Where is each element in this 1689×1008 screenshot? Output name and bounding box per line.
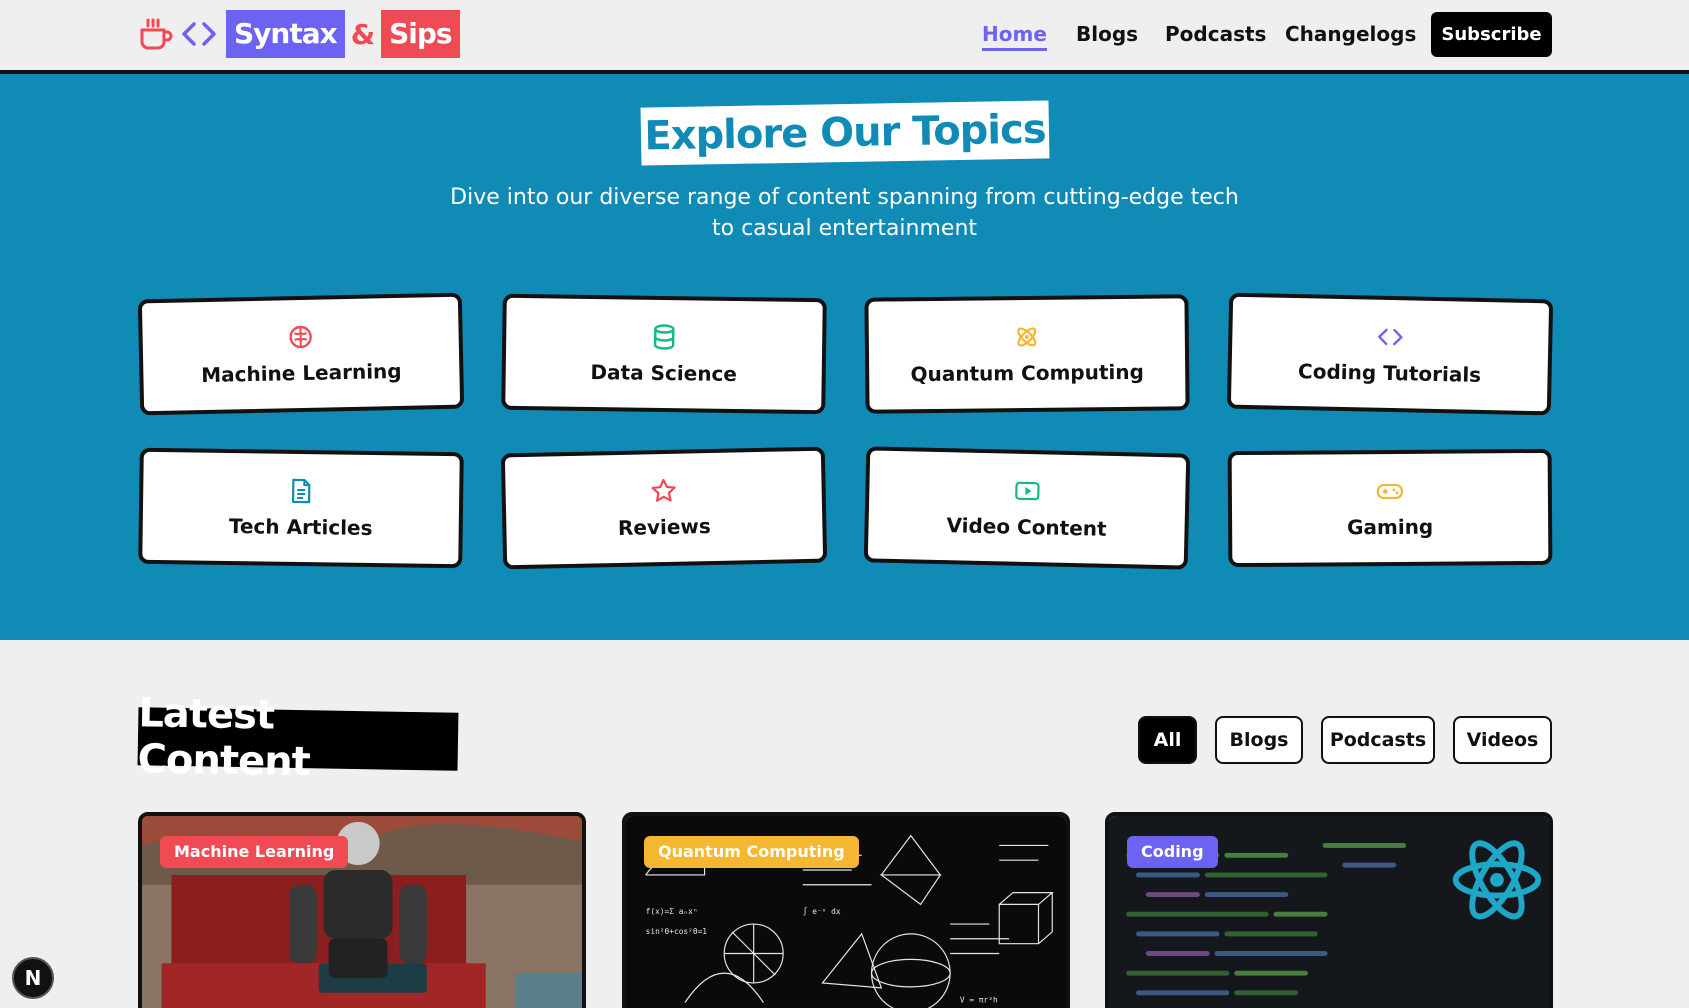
topic-label: Reviews bbox=[617, 514, 712, 540]
brain-icon bbox=[289, 325, 312, 349]
svg-text:sin²θ+cos²θ=1: sin²θ+cos²θ=1 bbox=[646, 927, 708, 936]
topic-label: Machine Learning bbox=[200, 358, 402, 388]
document-icon bbox=[291, 478, 311, 504]
topics-section: Explore Our Topics Dive into our diverse… bbox=[0, 74, 1689, 640]
topic-card-data-science[interactable]: Data Science bbox=[501, 293, 827, 415]
topic-card-gaming[interactable]: Gaming bbox=[1227, 448, 1553, 568]
post-category-tag: Machine Learning bbox=[160, 836, 349, 868]
topic-label: Video Content bbox=[946, 513, 1107, 541]
coffee-cup-icon bbox=[140, 18, 173, 50]
star-icon bbox=[651, 478, 676, 502]
code-icon bbox=[1378, 328, 1403, 346]
topic-label: Tech Articles bbox=[228, 513, 373, 540]
topic-card-reviews[interactable]: Reviews bbox=[500, 446, 828, 570]
site-header: Syntax & Sips Home Blogs Podcasts Change… bbox=[0, 0, 1689, 74]
nav-blogs-link[interactable]: Blogs bbox=[1076, 22, 1138, 46]
logo-word-sips: Sips bbox=[381, 10, 460, 58]
topic-card-video-content[interactable]: Video Content bbox=[863, 446, 1191, 570]
nav-home-link[interactable]: Home bbox=[982, 22, 1047, 51]
svg-text:f(x)=Σ aₙxⁿ: f(x)=Σ aₙxⁿ bbox=[646, 907, 698, 916]
code-brackets-icon bbox=[182, 22, 216, 46]
topic-card-machine-learning[interactable]: Machine Learning bbox=[137, 292, 465, 416]
topic-label: Quantum Computing bbox=[910, 359, 1144, 387]
topic-label: Coding Tutorials bbox=[1297, 359, 1482, 387]
post-category-tag: Coding bbox=[1127, 836, 1218, 868]
latest-title-box: Latest Content bbox=[137, 690, 459, 785]
post-card-quantum-computing[interactable]: f(x)=Σ aₙxⁿ ∫ e⁻ˣ dx V = πr²h sin²θ+cos²… bbox=[622, 812, 1070, 1008]
post-card-coding[interactable]: Coding bbox=[1105, 812, 1553, 1008]
post-category-tag: Quantum Computing bbox=[644, 836, 859, 868]
site-logo[interactable]: Syntax & Sips bbox=[138, 10, 460, 58]
topics-title: Explore Our Topics bbox=[644, 106, 1046, 160]
filter-all-button[interactable]: All bbox=[1138, 716, 1197, 764]
database-icon bbox=[653, 324, 675, 350]
gamepad-icon bbox=[1376, 483, 1403, 500]
logo-ampersand: & bbox=[350, 17, 376, 51]
svg-text:V = πr²h: V = πr²h bbox=[960, 996, 998, 1005]
atom-icon bbox=[1017, 327, 1037, 347]
post-card-machine-learning[interactable]: Machine Learning bbox=[138, 812, 586, 1008]
topics-subtitle: Dive into our diverse range of content s… bbox=[450, 185, 1239, 241]
topic-label: Data Science bbox=[590, 359, 738, 387]
dev-tools-badge[interactable]: N bbox=[12, 957, 54, 999]
topic-card-coding-tutorials[interactable]: Coding Tutorials bbox=[1226, 292, 1554, 416]
nav-podcasts-link[interactable]: Podcasts bbox=[1165, 22, 1266, 46]
logo-word-syntax: Syntax bbox=[226, 10, 345, 58]
svg-text:∫ e⁻ˣ dx: ∫ e⁻ˣ dx bbox=[803, 907, 841, 916]
topic-card-tech-articles[interactable]: Tech Articles bbox=[138, 447, 464, 569]
topic-label: Gaming bbox=[1346, 514, 1434, 540]
filter-blogs-button[interactable]: Blogs bbox=[1215, 716, 1303, 764]
nav-changelogs-link[interactable]: Changelogs bbox=[1285, 22, 1416, 46]
filter-videos-button[interactable]: Videos bbox=[1453, 716, 1552, 764]
topics-title-box: Explore Our Topics bbox=[640, 100, 1050, 166]
video-play-icon bbox=[1015, 481, 1040, 501]
latest-title: Latest Content bbox=[137, 690, 311, 786]
filter-podcasts-button[interactable]: Podcasts bbox=[1321, 716, 1435, 764]
topic-card-quantum-computing[interactable]: Quantum Computing bbox=[864, 294, 1190, 414]
subscribe-button[interactable]: Subscribe bbox=[1431, 12, 1552, 57]
